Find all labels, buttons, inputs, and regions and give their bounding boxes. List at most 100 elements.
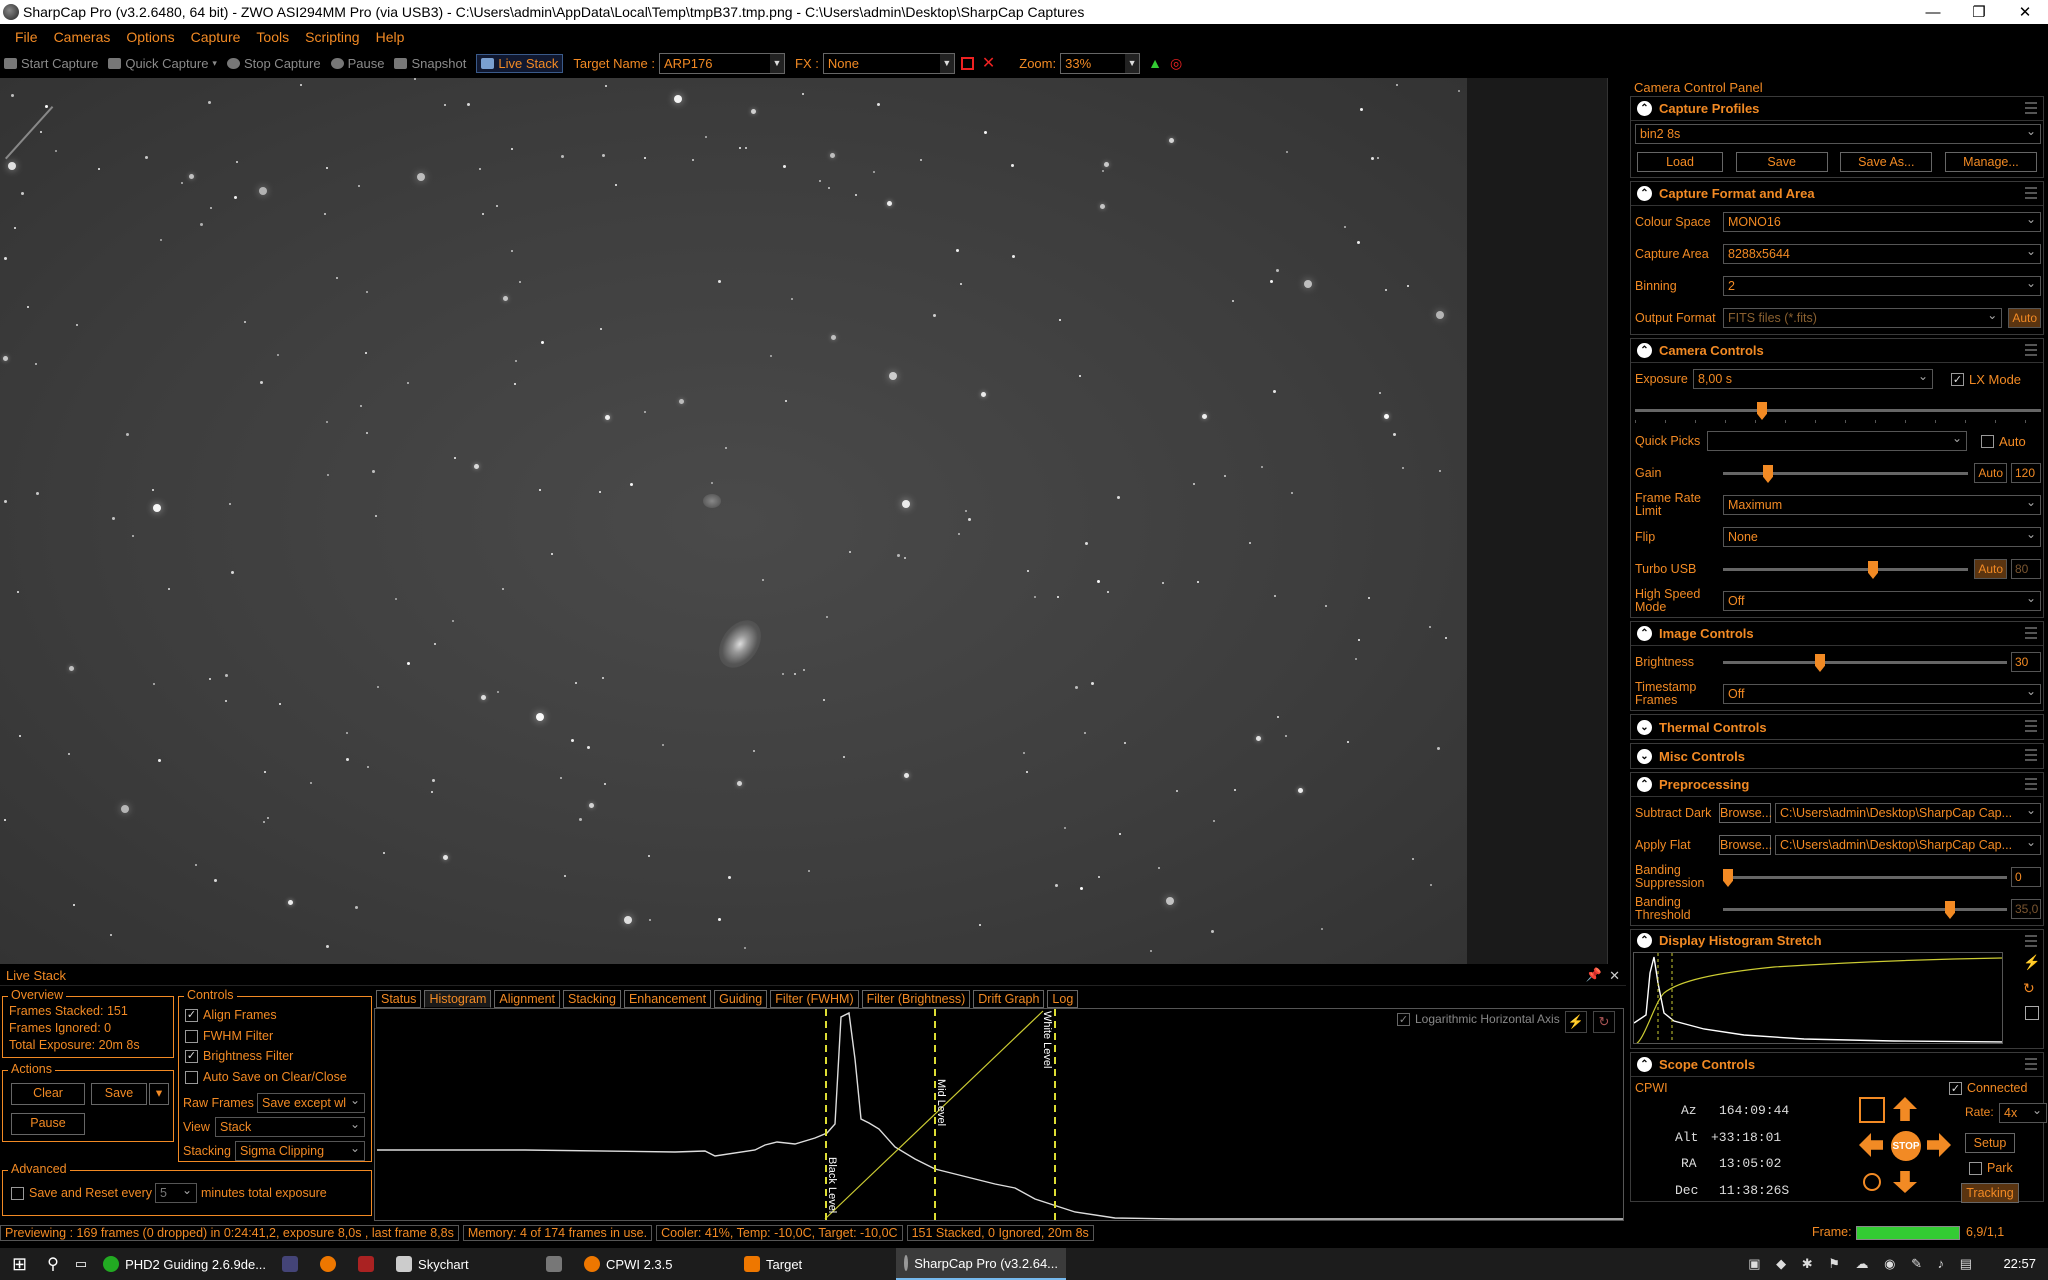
high-speed-mode-select[interactable]: Off xyxy=(1723,591,2041,611)
banding-suppression-slider[interactable] xyxy=(1723,867,2007,887)
menu-icon[interactable] xyxy=(2025,720,2037,732)
taskbar-asi-icon[interactable] xyxy=(350,1248,388,1280)
crosshair-icon[interactable]: ✕ xyxy=(982,53,995,73)
taskbar-gear-icon[interactable] xyxy=(538,1248,576,1280)
park-checkbox[interactable]: Park xyxy=(1969,1161,2013,1176)
chevron-up-icon[interactable]: ⌃ xyxy=(1637,932,1652,948)
stop-capture-button[interactable]: Stop Capture xyxy=(226,56,321,71)
save-as-profile-button[interactable]: Save As... xyxy=(1840,152,1933,172)
menu-icon[interactable] xyxy=(2025,627,2037,639)
quick-picks-select[interactable] xyxy=(1707,431,1967,451)
tab-alignment[interactable]: Alignment xyxy=(494,990,560,1008)
flat-path-select[interactable]: C:\Users\admin\Desktop\SharpCap Cap... xyxy=(1775,835,2041,855)
thermal-controls-header[interactable]: ⌄ Thermal Controls xyxy=(1631,715,2043,739)
taskbar-phd2[interactable]: PHD2 Guiding 2.6.9de... xyxy=(95,1248,274,1280)
chevron-up-icon[interactable]: ⌃ xyxy=(1637,626,1652,641)
output-format-auto-button[interactable]: Auto xyxy=(2008,308,2041,328)
preprocessing-header[interactable]: ⌃ Preprocessing xyxy=(1631,773,2043,797)
menu-options[interactable]: Options xyxy=(126,29,174,45)
chevron-down-icon[interactable]: ⌄ xyxy=(1637,719,1652,735)
histogram-icon[interactable]: ▲ xyxy=(1148,55,1162,71)
auto-level-icon[interactable]: ⚡ xyxy=(1565,1011,1587,1033)
menu-icon[interactable] xyxy=(2025,187,2037,199)
chevron-up-icon[interactable]: ⌃ xyxy=(1637,343,1652,358)
close-panel-icon[interactable]: ✕ xyxy=(1609,968,1620,984)
binning-select[interactable]: 2 xyxy=(1723,276,2041,296)
close-button[interactable]: ✕ xyxy=(2002,0,2048,24)
fx-select[interactable]: None ▼ xyxy=(822,52,955,74)
start-capture-button[interactable]: Start Capture xyxy=(4,56,98,71)
snapshot-button[interactable]: Snapshot xyxy=(394,56,466,71)
tab-enhancement[interactable]: Enhancement xyxy=(623,990,712,1008)
exposure-input[interactable]: 8,00 s xyxy=(1693,369,1933,389)
taskbar-sharpcap[interactable]: SharpCap Pro (v3.2.64... xyxy=(896,1248,1067,1280)
stop-button[interactable]: STOP xyxy=(1891,1131,1921,1161)
lx-mode-checkbox[interactable]: ✓ xyxy=(1951,372,1964,386)
task-view-icon[interactable]: ▭ xyxy=(67,1248,95,1280)
tab-log[interactable]: Log xyxy=(1047,990,1079,1008)
menu-icon[interactable] xyxy=(2025,935,2037,947)
quick-picks-auto-checkbox[interactable] xyxy=(1981,434,1994,448)
brightness-value[interactable]: 30 xyxy=(2011,652,2041,672)
frame-rate-select[interactable]: Maximum xyxy=(1723,495,2041,515)
camera-controls-header[interactable]: ⌃ Camera Controls xyxy=(1631,339,2043,363)
image-controls-header[interactable]: ⌃ Image Controls xyxy=(1631,622,2043,646)
save-dropdown-icon[interactable]: ▾ xyxy=(149,1083,169,1105)
misc-controls-header[interactable]: ⌄ Misc Controls xyxy=(1631,744,2043,768)
start-icon[interactable]: ⊞ xyxy=(0,1248,39,1280)
taskbar-target[interactable]: Target xyxy=(736,1248,896,1280)
align-frames-checkbox[interactable]: ✓ Align Frames xyxy=(185,1005,371,1026)
save-stretch-icon[interactable] xyxy=(2025,1006,2039,1020)
chevron-down-icon[interactable]: ⌄ xyxy=(1637,748,1652,764)
north-arrow-icon[interactable] xyxy=(1893,1097,1917,1121)
west-arrow-icon[interactable] xyxy=(1859,1133,1883,1157)
pin-icon[interactable]: 📌 xyxy=(1586,967,1602,983)
zoom-select[interactable]: 33% ▼ xyxy=(1060,52,1141,74)
menu-icon[interactable] xyxy=(2025,344,2037,356)
gain-auto-button[interactable]: Auto xyxy=(1974,463,2007,483)
turbo-usb-auto-button[interactable]: Auto xyxy=(1974,559,2007,579)
save-profile-button[interactable]: Save xyxy=(1735,152,1828,172)
timestamp-select[interactable]: Off xyxy=(1723,684,2041,704)
chevron-down-icon[interactable]: ▼ xyxy=(939,53,954,73)
tab-histogram[interactable]: Histogram xyxy=(424,990,492,1008)
histogram-stretch-header[interactable]: ⌃ Display Histogram Stretch xyxy=(1631,930,2043,950)
chevron-up-icon[interactable]: ⌃ xyxy=(1637,1057,1652,1072)
clear-button[interactable]: Clear xyxy=(11,1083,85,1105)
east-arrow-icon[interactable] xyxy=(1927,1133,1951,1157)
menu-file[interactable]: File xyxy=(15,29,38,45)
taskbar-skychart[interactable]: Skychart xyxy=(388,1248,538,1280)
live-stack-button[interactable]: Live Stack xyxy=(476,53,564,73)
menu-capture[interactable]: Capture xyxy=(191,29,241,45)
exposure-slider[interactable] xyxy=(1635,400,2041,423)
raw-frames-select[interactable]: Save except wl xyxy=(257,1093,365,1113)
tab-stacking[interactable]: Stacking xyxy=(563,990,621,1008)
reset-stretch-icon[interactable]: ↻ xyxy=(2023,980,2039,996)
histogram-stretch-graph[interactable] xyxy=(1633,952,2003,1044)
brightness-filter-checkbox[interactable]: ✓ Brightness Filter xyxy=(185,1046,371,1067)
menu-tools[interactable]: Tools xyxy=(256,29,289,45)
reset-level-icon[interactable]: ↻ xyxy=(1593,1011,1615,1033)
chevron-down-icon[interactable]: ▼ xyxy=(770,53,785,73)
gain-value[interactable]: 120 xyxy=(2011,463,2041,483)
chevron-up-icon[interactable]: ⌃ xyxy=(1637,186,1652,201)
auto-stretch-icon[interactable]: ⚡ xyxy=(2023,954,2040,970)
menu-scripting[interactable]: Scripting xyxy=(305,29,359,45)
browse-flat-button[interactable]: Browse... xyxy=(1719,835,1772,855)
rate-select[interactable]: 4x xyxy=(1999,1103,2047,1123)
taskbar-stellarium-icon[interactable] xyxy=(274,1248,312,1280)
chevron-up-icon[interactable]: ⌃ xyxy=(1637,777,1652,792)
banding-threshold-value[interactable]: 35,0 xyxy=(2011,899,2041,919)
south-arrow-icon[interactable] xyxy=(1893,1171,1917,1193)
capture-format-header[interactable]: ⌃ Capture Format and Area xyxy=(1631,182,2043,206)
taskbar-firefox-icon[interactable] xyxy=(312,1248,350,1280)
menu-icon[interactable] xyxy=(2025,749,2037,761)
turbo-usb-slider[interactable] xyxy=(1723,559,1969,579)
stack-histogram[interactable]: Black Level Mid Level White Level ✓ Logar… xyxy=(374,1008,1624,1221)
save-stack-button[interactable]: Save xyxy=(91,1083,147,1105)
save-reset-checkbox[interactable]: Save and Reset every xyxy=(11,1186,152,1201)
menu-icon[interactable] xyxy=(2025,1058,2037,1070)
pause-button[interactable]: Pause xyxy=(330,56,384,71)
menu-icon[interactable] xyxy=(2025,778,2037,790)
turbo-usb-value[interactable]: 80 xyxy=(2011,559,2041,579)
